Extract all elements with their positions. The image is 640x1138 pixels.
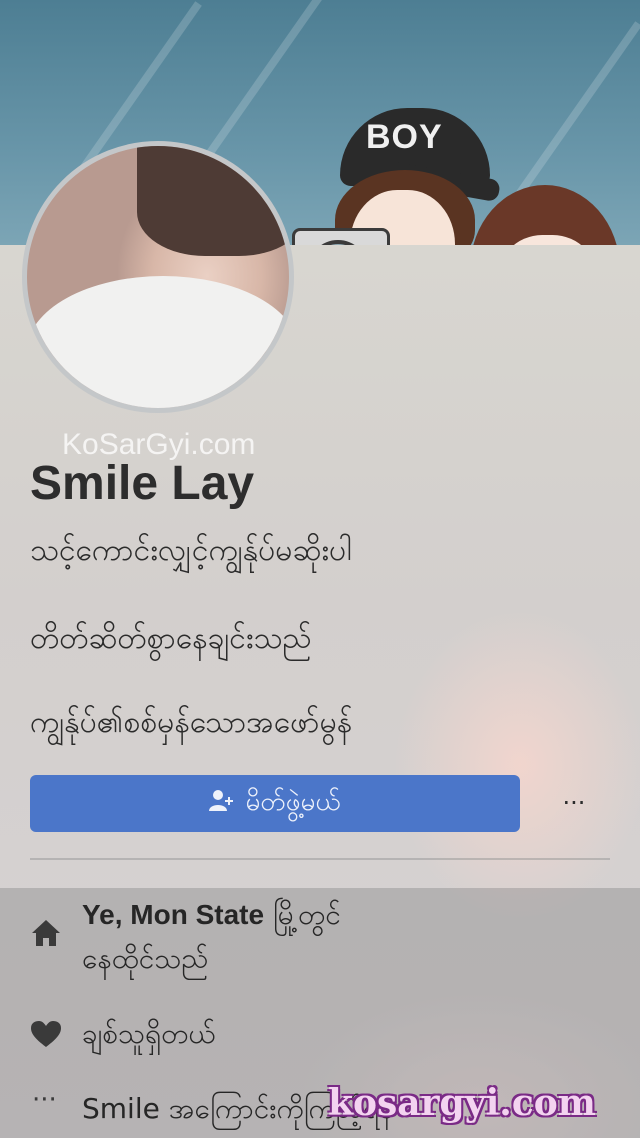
heart-icon bbox=[30, 1020, 62, 1056]
cap-text: BOY bbox=[366, 118, 443, 156]
more-dots-icon: ··· bbox=[32, 1085, 57, 1115]
location-line1: Ye, Mon State မြို့တွင် bbox=[82, 898, 341, 931]
profile-screen: BOY KoSarGyi.com Smile Lay သင့်ကောင်းလျှ… bbox=[0, 0, 640, 1138]
relationship-status: ချစ်သူရှိတယ် bbox=[82, 1017, 216, 1050]
bio-line: သင့်ကောင်းလျှင့်ကျွန်ုပ်မဆိုးပါ bbox=[30, 533, 352, 568]
brand-watermark: kosargyi.com bbox=[328, 1082, 596, 1124]
add-friend-label: မိတ်ဖွဲ့မယ် bbox=[245, 787, 341, 817]
home-icon bbox=[30, 918, 62, 956]
more-options-button[interactable]: ··· bbox=[554, 783, 594, 823]
location-city[interactable]: Ye, Mon State bbox=[82, 899, 264, 930]
location-line2: နေထိုင်သည် bbox=[82, 942, 209, 975]
add-friend-button[interactable]: မိတ်ဖွဲ့မယ် bbox=[30, 775, 520, 832]
bio-line: ကျွန်ုပ်၏စစ်မှန်သောအဖော်မွန် bbox=[30, 705, 353, 740]
bio-line: တိတ်ဆိတ်စွာနေချင်းသည် bbox=[30, 621, 312, 656]
add-friend-icon bbox=[209, 789, 235, 819]
divider bbox=[30, 858, 610, 860]
profile-avatar[interactable] bbox=[22, 141, 294, 413]
profile-name: Smile Lay bbox=[30, 457, 255, 510]
